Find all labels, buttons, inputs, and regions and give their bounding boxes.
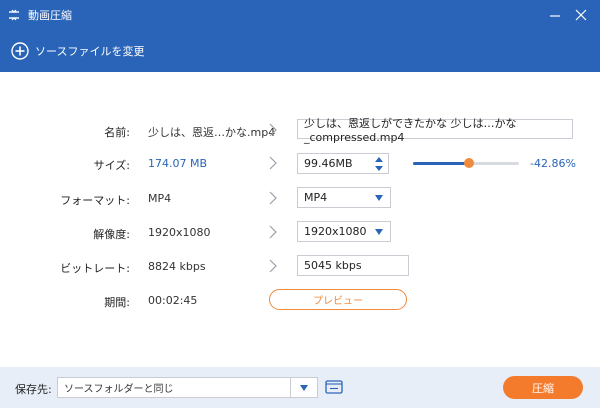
spinner-arrows-icon[interactable] <box>374 155 384 173</box>
source-bitrate: 8824 kbps <box>148 260 206 273</box>
bitrate-input-value: 5045 kbps <box>304 259 362 272</box>
source-resolution: 1920x1080 <box>148 226 211 239</box>
format-label: フォーマット: <box>60 194 130 207</box>
chevron-right-icon <box>269 191 277 205</box>
output-name-input[interactable]: 少しは、恩返しができたかな 少しは…かな_compressed.mp4 <box>297 117 573 144</box>
toolbar: ソースファイルを変更 <box>0 30 600 72</box>
bitrate-input[interactable]: 5045 kbps <box>297 255 409 276</box>
size-label: サイズ: <box>93 159 130 172</box>
compression-percent: -42.86% <box>530 157 576 170</box>
chevron-right-icon <box>269 156 277 170</box>
output-size-stepper[interactable]: 99.46MB <box>297 153 389 174</box>
dropdown-arrow-icon <box>375 228 383 235</box>
dropdown-arrow-icon <box>375 194 383 201</box>
resolution-label: 解像度: <box>93 228 130 241</box>
chevron-right-icon <box>269 123 277 137</box>
chevron-right-icon <box>269 259 277 273</box>
preview-button[interactable]: プレビュー <box>269 289 407 310</box>
footer-bar: 保存先: ソースフォルダーと同じ 圧縮 <box>0 367 600 408</box>
app-icon <box>9 9 19 21</box>
chevron-right-icon <box>269 225 277 239</box>
save-path-select[interactable]: ソースフォルダーと同じ <box>57 377 318 398</box>
source-duration: 00:02:45 <box>148 294 198 307</box>
resolution-select-value: 1920x1080 <box>304 225 367 238</box>
size-slider[interactable] <box>413 158 519 168</box>
title-bar: 動画圧縮 <box>0 0 600 30</box>
source-format: MP4 <box>148 192 172 205</box>
close-icon <box>575 9 587 21</box>
minimize-icon <box>550 15 560 17</box>
name-label: 名前: <box>104 126 130 139</box>
folder-icon[interactable] <box>325 379 343 395</box>
size-slider-handle[interactable] <box>464 158 475 168</box>
resolution-select[interactable]: 1920x1080 <box>297 221 391 242</box>
save-path-dropdown-button[interactable] <box>290 377 318 398</box>
close-button[interactable] <box>568 0 594 30</box>
size-slider-fill <box>413 162 470 165</box>
source-name: 少しは、恩返…かな.mp4 <box>148 126 276 139</box>
save-path-value: ソースフォルダーと同じ <box>64 384 174 395</box>
format-select-value: MP4 <box>304 191 328 204</box>
change-source-button[interactable]: ソースファイルを変更 <box>35 43 144 59</box>
source-size: 174.07 MB <box>148 157 208 170</box>
window-title: 動画圧縮 <box>28 9 72 22</box>
duration-label: 期間: <box>104 296 130 309</box>
output-name-value: 少しは、恩返しができたかな 少しは…かな_compressed.mp4 <box>304 116 517 144</box>
bitrate-label: ビットレート: <box>60 262 130 275</box>
save-to-label: 保存先: <box>15 383 52 396</box>
compress-button[interactable]: 圧縮 <box>503 376 583 399</box>
add-circle-icon[interactable] <box>11 42 29 60</box>
format-select[interactable]: MP4 <box>297 187 391 208</box>
minimize-button[interactable] <box>542 0 568 30</box>
output-size-value: 99.46MB <box>304 157 353 170</box>
